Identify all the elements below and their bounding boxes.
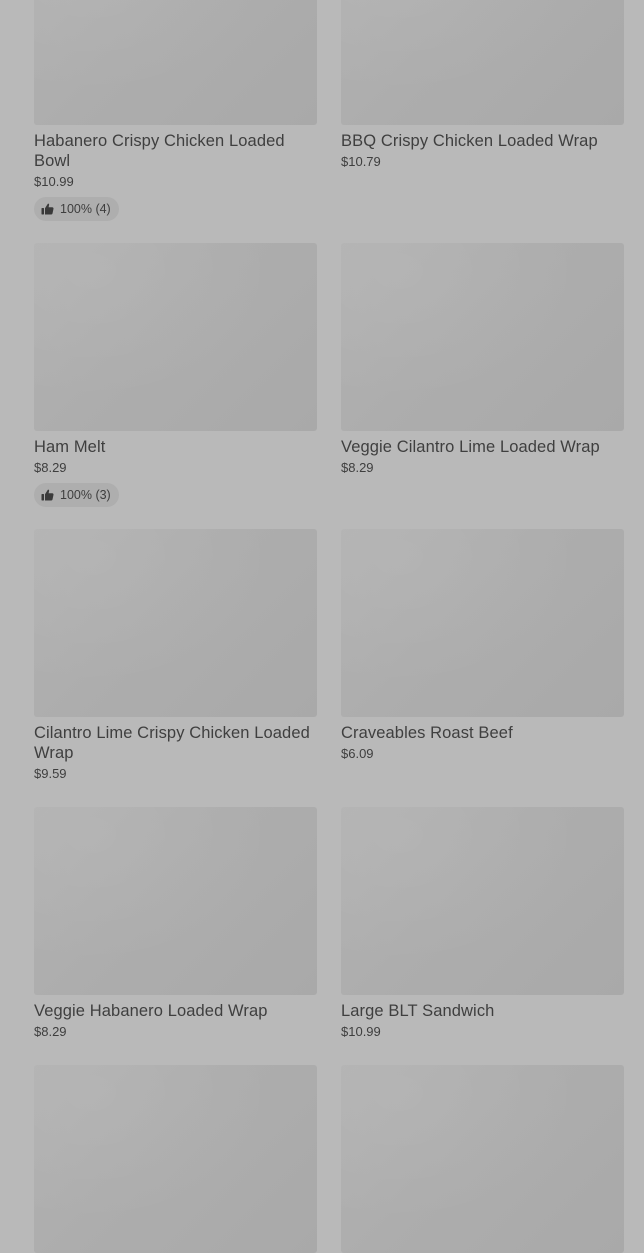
menu-item-name: Ham Melt — [34, 438, 106, 456]
menu-item-card[interactable]: Cilantro Lime Crispy Chicken Loaded Wrap… — [34, 529, 317, 782]
menu-item-image[interactable] — [34, 0, 317, 125]
menu-item-card[interactable]: Veggie Habanero Loaded Wrap $8.29 — [34, 807, 317, 1040]
menu-item-image[interactable] — [341, 1065, 624, 1253]
menu-item-price: $10.99 — [34, 174, 74, 189]
menu-item-price: $10.79 — [341, 154, 381, 169]
menu-item-image[interactable] — [341, 807, 624, 995]
menu-item-name: Veggie Habanero Loaded Wrap — [34, 1002, 268, 1020]
menu-item-name: Veggie Cilantro Lime Loaded Wrap — [341, 438, 600, 456]
menu-item-price: $8.29 — [341, 460, 374, 475]
menu-item-card[interactable]: Large BLT Sandwich $10.99 — [341, 807, 624, 1040]
menu-item-image[interactable] — [34, 1065, 317, 1253]
menu-item-card[interactable]: Craveables Roast Beef $6.09 — [341, 529, 624, 762]
rating-badge: 100% (3) — [34, 483, 119, 507]
menu-item-image[interactable] — [341, 529, 624, 717]
menu-item-image[interactable] — [341, 0, 624, 125]
menu-item-price: $8.29 — [34, 460, 67, 475]
menu-item-card[interactable] — [341, 1065, 624, 1253]
menu-item-card[interactable]: BBQ Crispy Chicken Loaded Wrap $10.79 — [341, 0, 624, 170]
thumbs-up-icon — [41, 489, 54, 501]
menu-item-price: $10.99 — [341, 1024, 381, 1039]
menu-item-card[interactable] — [34, 1065, 317, 1253]
rating-text: 100% (4) — [60, 202, 111, 216]
thumbs-up-icon — [41, 203, 54, 215]
menu-item-price: $9.59 — [34, 766, 67, 781]
menu-item-image[interactable] — [34, 807, 317, 995]
menu-item-name: Large BLT Sandwich — [341, 1002, 495, 1020]
menu-item-name: Craveables Roast Beef — [341, 724, 513, 742]
menu-item-card[interactable]: Ham Melt $8.29 100% (3) — [34, 243, 317, 507]
menu-item-price: $6.09 — [341, 746, 374, 761]
menu-item-name: Habanero Crispy Chicken Loaded Bowl — [34, 132, 285, 170]
menu-item-image[interactable] — [341, 243, 624, 431]
menu-item-image[interactable] — [34, 529, 317, 717]
rating-badge: 100% (4) — [34, 197, 119, 221]
menu-item-card[interactable]: Habanero Crispy Chicken Loaded Bowl $10.… — [34, 0, 317, 221]
menu-item-name: BBQ Crispy Chicken Loaded Wrap — [341, 132, 598, 150]
menu-item-price: $8.29 — [34, 1024, 67, 1039]
menu-item-image[interactable] — [34, 243, 317, 431]
menu-item-name: Cilantro Lime Crispy Chicken Loaded Wrap — [34, 724, 310, 762]
rating-text: 100% (3) — [60, 488, 111, 502]
menu-item-grid: Habanero Crispy Chicken Loaded Bowl $10.… — [0, 0, 644, 1253]
menu-item-card[interactable]: Veggie Cilantro Lime Loaded Wrap $8.29 — [341, 243, 624, 476]
